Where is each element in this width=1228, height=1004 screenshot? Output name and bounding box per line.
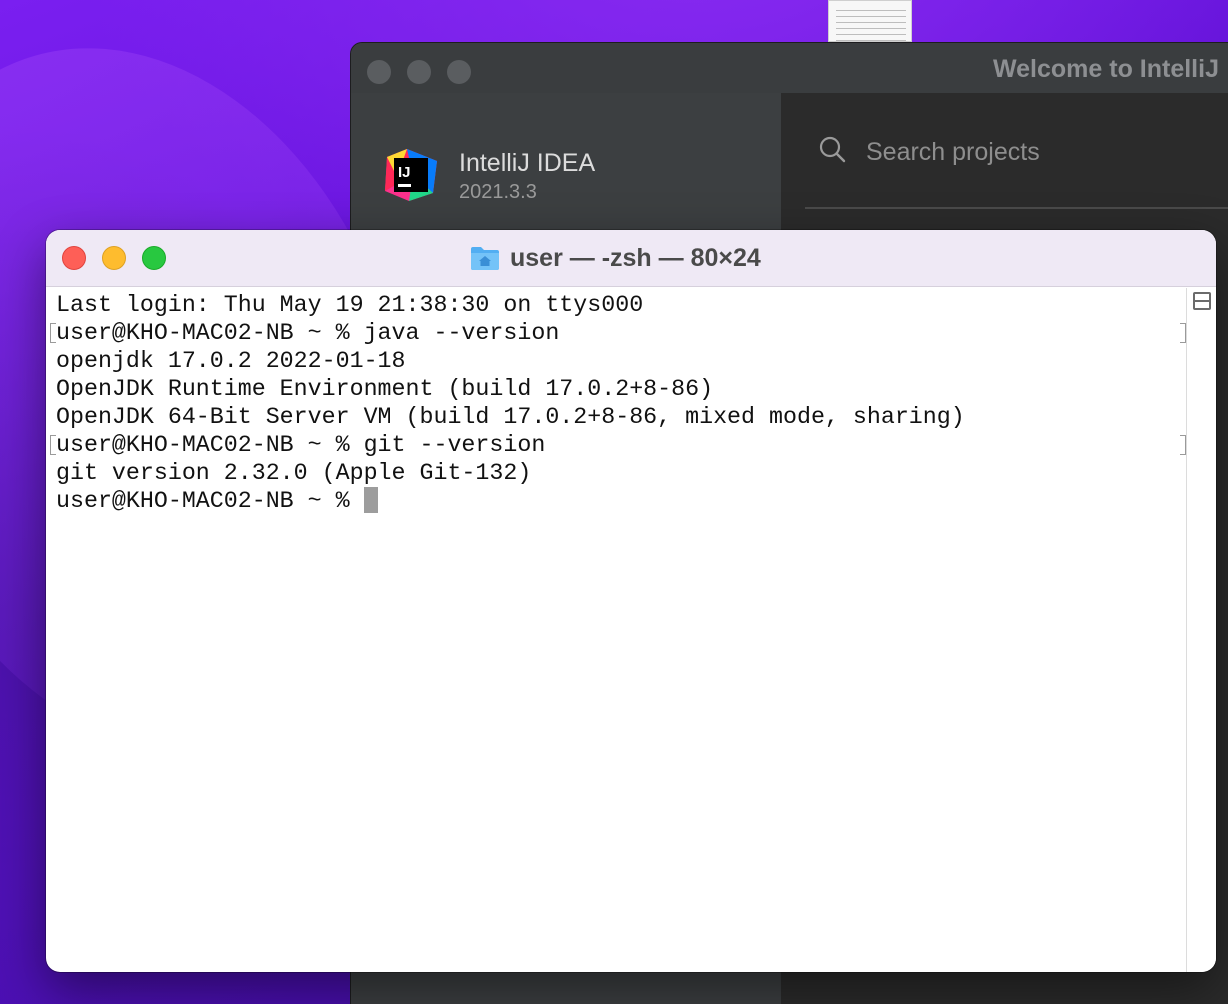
close-button[interactable] [62,246,86,270]
terminal-line: OpenJDK Runtime Environment (build 17.0.… [56,375,1186,403]
intellij-product-name: IntelliJ IDEA [459,149,596,177]
terminal-line-text: OpenJDK 64-Bit Server VM (build 17.0.2+8… [56,404,965,430]
intellij-logo-text: IJ [398,164,411,181]
intellij-logo-icon: IJ [385,149,437,201]
terminal-line: git version 2.32.0 (Apple Git-132) [56,459,1186,487]
search-icon [819,136,846,163]
terminal-line-text: OpenJDK Runtime Environment (build 17.0.… [56,376,714,402]
intellij-window-title: Welcome to IntelliJ [993,55,1219,83]
terminal-cursor [363,487,378,513]
terminal-line-text: user@KHO-MAC02-NB ~ % java --version [56,320,560,346]
search-projects-input[interactable] [866,135,1228,169]
search-divider [805,207,1228,209]
terminal-line: openjdk 17.0.2 2022-01-18 [56,347,1186,375]
terminal-line-text: git version 2.32.0 (Apple Git-132) [56,460,532,486]
intellij-titlebar[interactable]: Welcome to IntelliJ [351,43,1228,93]
terminal-line-text: user@KHO-MAC02-NB ~ % git --version [56,432,546,458]
terminal-window[interactable]: user — -zsh — 80×24 Last login: Thu May … [46,230,1216,972]
terminal-titlebar[interactable]: user — -zsh — 80×24 [46,230,1216,287]
intellij-close-button[interactable] [367,60,391,84]
terminal-line: user@KHO-MAC02-NB ~ % git --version [50,431,1186,459]
terminal-prompt: user@KHO-MAC02-NB ~ % [56,488,364,514]
minimize-button[interactable] [102,246,126,270]
desktop-document-thumbnail[interactable] [828,0,912,42]
terminal-title-text: user — -zsh — 80×24 [510,243,761,272]
terminal-output[interactable]: Last login: Thu May 19 21:38:30 on ttys0… [46,288,1186,972]
intellij-zoom-button[interactable] [447,60,471,84]
zoom-button[interactable] [142,246,166,270]
command-mark-left [50,435,56,455]
terminal-line: Last login: Thu May 19 21:38:30 on ttys0… [56,291,1186,319]
terminal-line: OpenJDK 64-Bit Server VM (build 17.0.2+8… [56,403,1186,431]
terminal-prompt-line[interactable]: user@KHO-MAC02-NB ~ % [56,487,1186,515]
terminal-line-text: Last login: Thu May 19 21:38:30 on ttys0… [56,292,644,318]
command-mark-left [50,323,56,343]
intellij-version: 2021.3.3 [459,181,537,203]
terminal-line: user@KHO-MAC02-NB ~ % java --version [50,319,1186,347]
terminal-title: user — -zsh — 80×24 [470,240,761,276]
home-folder-icon [471,247,499,270]
intellij-minimize-button[interactable] [407,60,431,84]
terminal-scroll-area[interactable] [1186,288,1216,972]
terminal-line-text: openjdk 17.0.2 2022-01-18 [56,348,406,374]
split-pane-icon[interactable] [1193,292,1211,310]
